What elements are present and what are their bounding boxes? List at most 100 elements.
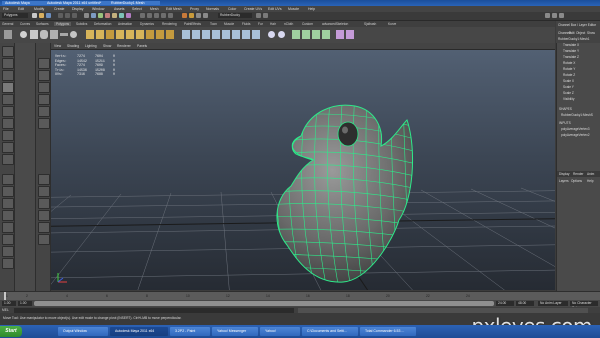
- input-node[interactable]: polyAverageVertex3: [561, 127, 589, 131]
- boolean-difference-icon[interactable]: [126, 30, 134, 39]
- reduce-icon[interactable]: [166, 30, 174, 39]
- shelf-tab-curves[interactable]: Curves: [20, 22, 30, 26]
- shelf-tab-fur[interactable]: Fur: [258, 22, 263, 26]
- secondary-layout-3-icon[interactable]: [38, 198, 50, 209]
- shelf-tab-kurve[interactable]: Kurve: [388, 22, 396, 26]
- layer-menu-layers[interactable]: Layers: [559, 179, 569, 183]
- append-polygon-icon[interactable]: [202, 30, 210, 39]
- channel-box-tab-edit[interactable]: Edit: [569, 31, 575, 35]
- soft-modification-icon[interactable]: [278, 31, 285, 38]
- secondary-select-icon[interactable]: [38, 58, 50, 69]
- poly-cylinder-icon[interactable]: [40, 30, 48, 39]
- snap-grid-icon[interactable]: [140, 13, 145, 18]
- viewport-menu-shading[interactable]: Shading: [67, 44, 79, 48]
- shelf-tab-general[interactable]: General: [2, 22, 13, 26]
- automatic-mapping-icon[interactable]: [322, 30, 330, 39]
- secondary-universal-icon[interactable]: [38, 118, 50, 129]
- shelf-tab-dynamics[interactable]: Dynamics: [140, 22, 154, 26]
- channel-box-object-name[interactable]: RubberDucky1:Mesh1: [558, 37, 590, 41]
- playback-start-field[interactable]: 1.00: [18, 301, 32, 306]
- four-view-layout-icon[interactable]: [2, 186, 14, 197]
- shape-node-name[interactable]: RubberDucky1:MeshS: [561, 113, 593, 117]
- planar-mapping-icon[interactable]: [292, 30, 300, 39]
- attr-rotate-z[interactable]: Rotate Z: [563, 73, 575, 77]
- menu-proxy[interactable]: Proxy: [190, 7, 199, 11]
- show-attribute-editor-icon[interactable]: [545, 13, 550, 18]
- offset-edge-loop-icon[interactable]: [232, 30, 240, 39]
- texture-editor-layout-icon[interactable]: [2, 258, 14, 269]
- shelf-tab-ncloth[interactable]: nCloth: [284, 22, 293, 26]
- boolean-intersection-icon[interactable]: [136, 30, 144, 39]
- pick-mask-surfaces-icon[interactable]: [105, 13, 110, 18]
- title-tab-untitled[interactable]: Autodesk Maya 2011 x64 untitled*: [44, 1, 112, 5]
- anim-layer-dropdown[interactable]: No Anim Layer: [538, 301, 568, 306]
- shelf-tab-advancedskeleton[interactable]: advancedSkeleton: [322, 22, 348, 26]
- boolean-union-icon[interactable]: [116, 30, 124, 39]
- layer-tab-render[interactable]: Render: [573, 172, 583, 176]
- menu-normals[interactable]: Normals: [206, 7, 219, 11]
- playback-end-field[interactable]: 24.00: [496, 301, 514, 306]
- paint-texture-icon[interactable]: [346, 30, 354, 39]
- attr-translate-x[interactable]: Translate X: [563, 43, 579, 47]
- shelf-tab-hair[interactable]: Hair: [270, 22, 276, 26]
- lasso-tool-icon[interactable]: [2, 58, 14, 69]
- poly-cone-icon[interactable]: [50, 30, 58, 39]
- attr-rotate-x[interactable]: Rotate X: [563, 61, 575, 65]
- menu-select[interactable]: Select: [132, 7, 142, 11]
- secondary-layout-2-icon[interactable]: [38, 186, 50, 197]
- pick-mask-joints-icon[interactable]: [91, 13, 96, 18]
- smooth-icon[interactable]: [156, 30, 164, 39]
- taskbar-paint[interactable]: 3.2P2 - Paint: [170, 327, 210, 336]
- bridge-icon[interactable]: [192, 30, 200, 39]
- rename-field-icon[interactable]: [263, 13, 268, 18]
- single-perspective-layout-icon[interactable]: [2, 174, 14, 185]
- cylindrical-mapping-icon[interactable]: [302, 30, 310, 39]
- poly-torus-icon[interactable]: [70, 31, 77, 38]
- channel-box-tab-show[interactable]: Show: [587, 31, 595, 35]
- last-tool-icon[interactable]: [2, 154, 14, 165]
- transform-field-icon[interactable]: [256, 13, 261, 18]
- soft-modification-tool-icon[interactable]: [2, 130, 14, 141]
- secondary-scale-icon[interactable]: [38, 106, 50, 117]
- persp-graph-layout-icon[interactable]: [2, 210, 14, 221]
- menu-help[interactable]: Help: [308, 7, 315, 11]
- attr-translate-z[interactable]: Translate Z: [563, 55, 579, 59]
- input-node[interactable]: polyAverageVertex2: [561, 133, 589, 137]
- menu-assets[interactable]: Assets: [114, 7, 125, 11]
- layer-tab-anim[interactable]: Anim: [587, 172, 594, 176]
- taskbar-yahoo-messenger[interactable]: Yahoo! Messenger: [212, 327, 258, 336]
- menu-modify[interactable]: Modify: [34, 7, 44, 11]
- attr-scale-x[interactable]: Scale X: [563, 79, 574, 83]
- shelf-tab-sjalhash[interactable]: Sjalhash: [364, 22, 376, 26]
- poly-cube-icon[interactable]: [30, 30, 38, 39]
- hypershade-icon[interactable]: [203, 13, 208, 18]
- layer-menu-options[interactable]: Options: [571, 179, 582, 183]
- attr-translate-y[interactable]: Translate Y: [563, 49, 579, 53]
- secondary-layout-6-icon[interactable]: [38, 234, 50, 245]
- title-tab-mesh[interactable]: RubberDucky1:Mesh: [108, 1, 160, 5]
- persp-dopesheet-layout-icon[interactable]: [2, 246, 14, 257]
- menu-window[interactable]: Window: [92, 7, 104, 11]
- uv-texture-editor-icon[interactable]: [336, 30, 344, 39]
- taskbar-yahoo[interactable]: Yahoo!: [260, 327, 300, 336]
- end-time-field[interactable]: 48.00: [516, 301, 534, 306]
- move-tool-icon[interactable]: [2, 82, 14, 93]
- paint-select-tool-icon[interactable]: [2, 70, 14, 81]
- command-language-label[interactable]: MEL: [2, 308, 9, 312]
- select-tool-icon[interactable]: [2, 46, 14, 57]
- secondary-rotate-icon[interactable]: [38, 94, 50, 105]
- shelf-menu-icon[interactable]: [4, 30, 12, 39]
- layer-menu-help[interactable]: Help: [587, 179, 594, 183]
- menu-mesh[interactable]: Mesh: [150, 7, 159, 11]
- merge-vertices-icon[interactable]: [252, 30, 260, 39]
- title-tab-maya[interactable]: Autodesk Maya: [2, 1, 48, 5]
- menu-edit[interactable]: Edit: [18, 7, 24, 11]
- menu-edit-uvs[interactable]: Edit UVs: [268, 7, 282, 11]
- save-scene-icon[interactable]: [46, 13, 51, 18]
- snap-view-plane-icon[interactable]: [161, 13, 166, 18]
- secondary-lasso-icon[interactable]: [38, 70, 50, 81]
- menu-create-uvs[interactable]: Create UVs: [244, 7, 262, 11]
- make-live-icon[interactable]: [168, 13, 173, 18]
- quick-selection-field[interactable]: RubberDucky: [218, 13, 252, 18]
- shelf-tab-rendering[interactable]: Rendering: [162, 22, 177, 26]
